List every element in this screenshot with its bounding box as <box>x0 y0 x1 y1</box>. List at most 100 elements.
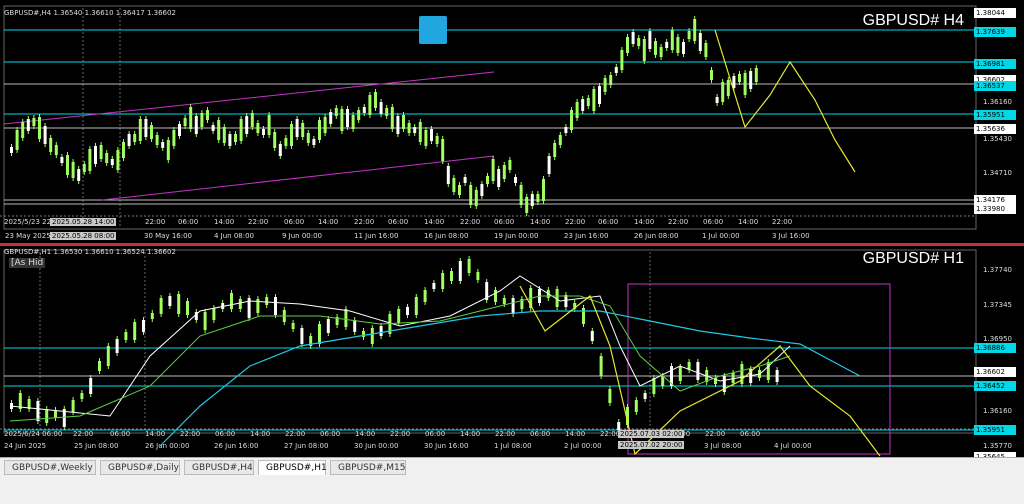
h4-candle-body <box>245 116 249 134</box>
h4-candle-body <box>738 74 741 82</box>
h4-candle-body <box>508 160 512 170</box>
h1-candle-body <box>212 308 216 320</box>
h1-candle-body <box>326 319 330 333</box>
h4-candle-body <box>239 119 243 141</box>
h1-candle-body <box>441 273 445 289</box>
h4-candle-body <box>94 146 97 164</box>
h4-candle-body <box>726 80 730 96</box>
h1-candle-body <box>300 328 304 344</box>
h4-candle-body <box>318 120 321 140</box>
h4-candle-body <box>133 134 137 142</box>
h4-symbol-label: GBPUSD# H4 <box>862 12 964 29</box>
h4-time-label: 06:00 <box>284 218 305 226</box>
h4-header: GBPUSD#,H4 1.36540 1.36610 1.36417 1.366… <box>4 9 176 17</box>
h4-candle-body <box>474 190 478 206</box>
h4-time-label: 14:00 <box>530 218 551 226</box>
h1-candle-body <box>45 409 49 423</box>
h4-candle-body <box>211 125 215 131</box>
h4-chart-pane[interactable]: GBPUSD#,H4 1.36540 1.36610 1.36417 1.366… <box>0 0 1024 243</box>
h4-candle-body <box>82 164 86 172</box>
h4-candle-body <box>598 86 601 104</box>
h1-candle-body <box>203 312 207 330</box>
h1-candle-body <box>353 320 357 332</box>
h1-candle-body <box>511 298 515 314</box>
h1-time-label: 27 Jun 08:00 <box>284 442 329 450</box>
h4-time-label: 23 Jun 16:00 <box>564 232 609 240</box>
h1-ma-white <box>9 275 791 417</box>
h4-candle-body <box>43 126 47 144</box>
h4-candle-body <box>15 130 19 150</box>
h4-candle-body <box>144 119 148 137</box>
h4-candle-body <box>273 132 277 148</box>
h1-time-label: 06:00 <box>320 430 341 438</box>
h1-candle-body <box>731 373 735 383</box>
h1-time-label: 06:00 <box>110 430 131 438</box>
h4-chart-canvas[interactable] <box>0 0 1024 243</box>
h1-time-label: 06:00 <box>215 430 236 438</box>
h4-candle-body <box>570 110 573 130</box>
h1-price-axis-text: 1.36160 <box>983 407 1012 415</box>
h1-candle-body <box>643 393 647 399</box>
h1-time-label: 22:00 <box>390 430 411 438</box>
chart-tab-gbpusd-m15[interactable]: GBPUSD#,M15 <box>330 460 406 475</box>
h4-candle-body <box>547 156 551 174</box>
h4-forecast-line <box>714 29 856 173</box>
h4-candle-body <box>340 109 344 131</box>
h1-candle-body <box>696 362 700 380</box>
h4-candle-body <box>743 73 747 95</box>
as-hide-button[interactable]: [As Hid <box>9 258 46 268</box>
h1-time-label: 22:00 <box>285 430 306 438</box>
h1-candle-body <box>414 297 418 315</box>
h4-candle-body <box>626 37 629 53</box>
h4-price-label: 1.37639 <box>974 27 1016 37</box>
chart-tab-gbpusd-h1[interactable]: GBPUSD#,H1 <box>258 460 327 475</box>
h1-candle-body <box>432 283 436 289</box>
h4-candle-body <box>654 41 657 55</box>
h4-price-axis-text: 1.34710 <box>983 169 1012 177</box>
h1-candle-body <box>599 356 603 376</box>
h4-price-label: 1.35636 <box>974 124 1016 134</box>
h4-candle-body <box>368 95 372 115</box>
h4-candle-body <box>21 122 25 138</box>
h1-time-label: 25 Jun 08:00 <box>74 442 119 450</box>
h1-candle-body <box>379 326 383 336</box>
h4-candle-body <box>99 145 103 159</box>
h4-candle-body <box>693 19 697 41</box>
h1-time-label: 14:00 <box>355 430 376 438</box>
h4-candle-body <box>116 150 120 170</box>
h1-time-label: 14:00 <box>565 430 586 438</box>
h4-time-label: 22:00 <box>460 218 481 226</box>
h4-price-label: 1.38044 <box>974 8 1016 18</box>
h4-price-label: 1.36537 <box>974 81 1016 91</box>
h4-candle-body <box>446 166 450 184</box>
h4-candle-body <box>390 107 394 129</box>
h4-time-label: 06:00 <box>494 218 515 226</box>
h4-candle-body <box>385 108 389 116</box>
chart-tab-gbpusd-h4[interactable]: GBPUSD#,H4 <box>184 460 254 475</box>
h4-plot-border <box>3 5 977 230</box>
h4-candle-body <box>250 113 254 127</box>
h1-chart-pane[interactable]: GBPUSD#,H1 1.36530 1.36610 1.36524 1.366… <box>0 246 1024 462</box>
h4-candle-body <box>637 38 641 46</box>
h1-time-label: 14:00 <box>460 430 481 438</box>
h1-time-label: 06:00 <box>530 430 551 438</box>
h1-candle-body <box>36 401 40 421</box>
h4-time-label: 06:00 <box>703 218 724 226</box>
chart-tab-gbpusd-weekly[interactable]: GBPUSD#,Weekly <box>4 460 96 475</box>
h4-candle-body <box>519 185 523 205</box>
h4-time-label: 16 Jun 08:00 <box>424 232 469 240</box>
h1-price-axis-text: 1.36950 <box>983 335 1012 343</box>
h1-candle-body <box>177 294 181 314</box>
h1-price-label: 1.36886 <box>974 343 1016 353</box>
h1-candle-body <box>450 271 453 281</box>
h1-candle-body <box>238 299 242 309</box>
h4-crosshair-time: 2025/5/23 22: <box>4 218 54 226</box>
h1-chart-canvas[interactable] <box>0 246 1024 457</box>
h4-candle-body <box>351 115 355 129</box>
h4-candle-body <box>704 43 708 57</box>
h4-candle-body <box>183 118 187 126</box>
alert-bell-icon[interactable] <box>419 16 447 44</box>
h4-time-label: 14:00 <box>214 218 235 226</box>
h1-candle-body <box>661 376 665 386</box>
chart-tab-gbpusd-daily[interactable]: GBPUSD#,Daily <box>100 460 180 475</box>
